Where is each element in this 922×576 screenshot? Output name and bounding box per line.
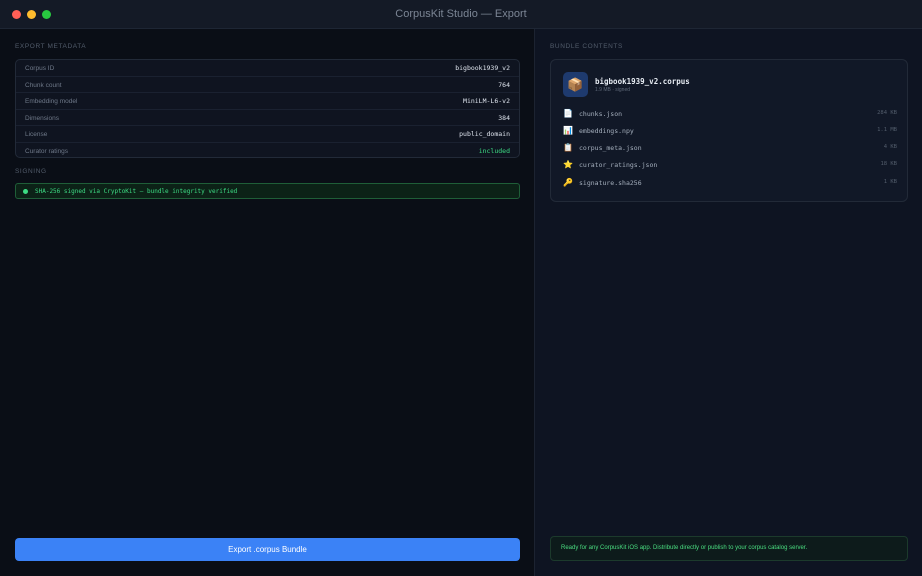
file-size: 4 KB — [883, 144, 897, 150]
file-name: embeddings.npy — [579, 127, 634, 135]
metadata-row-chunk-count: Chunk count 764 — [16, 77, 519, 93]
file-name: corpus_meta.json — [579, 144, 642, 152]
metadata-row-license: License public_domain — [16, 126, 519, 143]
ready-message: Ready for any CorpusKit iOS app. Distrib… — [561, 545, 808, 551]
export-metadata-panel: EXPORT METADATA Corpus ID bigbook1939_v2… — [0, 29, 534, 576]
metadata-key: Embedding model — [25, 98, 78, 105]
file-row-curator-ratings[interactable]: ⭐ curator_ratings.json 18 KB — [563, 160, 897, 172]
title-bar: CorpusKit Studio — Export — [0, 0, 922, 29]
metadata-key: Chunk count — [25, 81, 62, 89]
file-name: chunks.json — [579, 110, 623, 118]
file-size: 18 KB — [880, 161, 897, 167]
package-icon: 📦 — [563, 72, 588, 97]
export-bundle-button[interactable]: Export .corpus Bundle — [15, 538, 520, 561]
chart-icon: 📊 — [563, 126, 573, 135]
metadata-key: Curator ratings — [25, 147, 68, 155]
signing-status-banner: SHA-256 signed via CryptoKit — bundle in… — [15, 183, 520, 199]
clipboard-icon: 📋 — [563, 143, 573, 152]
window-title: CorpusKit Studio — Export — [395, 8, 527, 20]
file-name: curator_ratings.json — [579, 161, 658, 169]
metadata-value: bigbook1939_v2 — [455, 64, 510, 72]
export-metadata-label: EXPORT METADATA — [15, 43, 87, 50]
bundle-card: 📦 bigbook1939_v2.corpus 1.9 MB · signed … — [550, 59, 908, 202]
file-row-signature[interactable]: 🔑 signature.sha256 1 KB — [563, 178, 897, 190]
file-size: 1.1 MB — [877, 127, 897, 133]
bundle-contents-label: BUNDLE CONTENTS — [550, 43, 623, 50]
key-icon: 🔑 — [563, 178, 573, 187]
ready-message-box: Ready for any CorpusKit iOS app. Distrib… — [550, 536, 908, 561]
document-icon: 📄 — [563, 109, 573, 118]
metadata-key: Dimensions — [25, 114, 59, 122]
metadata-value: public_domain — [459, 130, 510, 138]
metadata-row-corpus-id: Corpus ID bigbook1939_v2 — [16, 60, 519, 77]
signing-status-text: SHA-256 signed via CryptoKit — bundle in… — [35, 188, 238, 195]
bundle-subtitle: 1.9 MB · signed — [595, 87, 631, 93]
file-size: 1 KB — [883, 179, 897, 185]
bundle-contents-panel: BUNDLE CONTENTS 📦 bigbook1939_v2.corpus … — [535, 29, 922, 576]
status-dot-icon — [23, 189, 28, 194]
bundle-name: bigbook1939_v2.corpus — [595, 77, 690, 86]
star-icon: ⭐ — [563, 160, 573, 169]
file-row-chunks[interactable]: 📄 chunks.json 284 KB — [563, 109, 897, 121]
metadata-value: included — [478, 146, 510, 155]
file-row-corpus-meta[interactable]: 📋 corpus_meta.json 4 KB — [563, 143, 897, 155]
metadata-table: Corpus ID bigbook1939_v2 Chunk count 764… — [15, 59, 520, 158]
metadata-key: License — [25, 131, 48, 138]
metadata-value: MiniLM-L6-v2 — [463, 97, 510, 105]
file-size: 284 KB — [877, 110, 897, 116]
file-row-embeddings[interactable]: 📊 embeddings.npy 1.1 MB — [563, 126, 897, 138]
metadata-row-curator-ratings: Curator ratings included — [16, 143, 519, 158]
metadata-row-dimensions: Dimensions 384 — [16, 110, 519, 126]
metadata-value: 764 — [498, 80, 510, 89]
metadata-key: Corpus ID — [25, 65, 55, 72]
file-name: signature.sha256 — [579, 179, 642, 187]
metadata-value: 384 — [498, 113, 510, 122]
metadata-row-embedding-model: Embedding model MiniLM-L6-v2 — [16, 93, 519, 110]
signing-label: SIGNING — [15, 168, 47, 175]
